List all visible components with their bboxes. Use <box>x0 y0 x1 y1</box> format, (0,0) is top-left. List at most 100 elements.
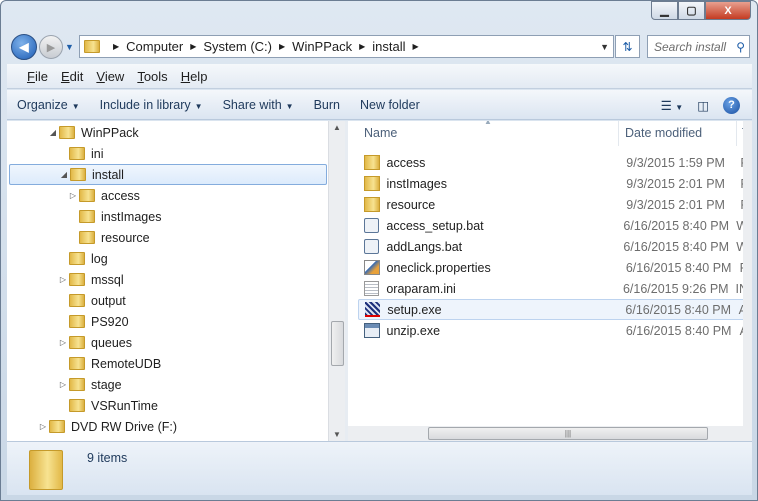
file-type: IN <box>735 281 744 296</box>
tree-item-log[interactable]: log <box>9 248 108 269</box>
drive-icon <box>49 420 65 433</box>
folder-icon <box>69 399 85 412</box>
file-row[interactable]: instImages9/3/2015 2:01 PMF <box>358 173 743 194</box>
file-name: resource <box>386 197 436 212</box>
tree-item-winppack[interactable]: ◢ WinPPack <box>9 122 139 143</box>
explorer-window: ▁ ▢ X ◀ ▶ ▼ ▶ Computer ▶ System (C:) ▶ WinP… <box>0 0 758 501</box>
file-row[interactable]: setup.exe 6/16/2015 8:40 PM A <box>358 299 743 320</box>
tree-item-ini[interactable]: ini <box>9 143 104 164</box>
folder-icon <box>59 126 75 139</box>
folder-icon <box>29 450 63 490</box>
new-folder-button[interactable]: New folder <box>350 98 430 112</box>
tree-item-install[interactable]: ◢ install <box>9 164 327 185</box>
file-icon <box>364 281 380 296</box>
file-date: 9/3/2015 1:59 PM <box>626 155 725 170</box>
refresh-button[interactable]: ⇅ <box>615 35 640 58</box>
back-button[interactable]: ◀ <box>11 34 37 60</box>
folder-icon <box>69 357 85 370</box>
organize-button[interactable]: Organize ▼ <box>7 98 90 112</box>
file-icon <box>365 302 381 317</box>
column-date-modified[interactable]: Date modified <box>625 126 702 140</box>
help-icon[interactable]: ? <box>723 96 740 114</box>
file-name: setup.exe <box>387 302 442 317</box>
file-date: 6/16/2015 8:40 PM <box>625 323 732 338</box>
tree-item-output[interactable]: output <box>9 290 126 311</box>
expand-arrow-icon[interactable]: ◢ <box>58 170 70 179</box>
folder-icon <box>364 176 380 191</box>
navigation-pane-scrollbar[interactable]: ▲ ▼ <box>328 121 345 441</box>
menu-file[interactable]: File <box>27 69 48 84</box>
tree-item-resource[interactable]: resource <box>9 227 150 248</box>
search-input[interactable]: Search install ⚲ <box>647 35 750 58</box>
folder-icon <box>69 315 85 328</box>
file-type: W <box>736 239 743 254</box>
tree-item-label: access <box>101 188 140 203</box>
tree-item-queues[interactable]: ▷ queues <box>9 332 132 353</box>
tree-item-vsruntime[interactable]: VSRunTime <box>9 395 158 416</box>
close-button[interactable]: X <box>705 1 751 20</box>
folder-icon <box>69 294 85 307</box>
file-row[interactable]: access9/3/2015 1:59 PMF <box>358 152 743 173</box>
expand-arrow-icon[interactable]: ▷ <box>37 422 49 431</box>
expand-arrow-icon[interactable]: ▷ <box>57 380 69 389</box>
view-options-icon[interactable]: ☰ ▼ <box>661 98 684 113</box>
tree-item-access[interactable]: ▷ access <box>9 185 140 206</box>
expand-arrow-icon[interactable]: ▷ <box>57 275 69 284</box>
sort-ascending-icon: ▲ <box>484 121 492 126</box>
folder-icon <box>364 155 380 170</box>
file-row[interactable]: addLangs.bat 6/16/2015 8:40 PM W <box>358 236 743 257</box>
file-name: instImages <box>386 176 447 191</box>
file-icon <box>364 260 380 275</box>
horizontal-scrollbar[interactable]: ||| <box>348 426 743 441</box>
burn-button[interactable]: Burn <box>304 98 350 112</box>
tree-item-dvd-rw-drive-f[interactable]: ▷ DVD RW Drive (F:) <box>9 416 177 437</box>
tree-item-label: WinPPack <box>81 125 139 140</box>
file-row[interactable]: resource9/3/2015 2:01 PMF <box>358 194 743 215</box>
folder-icon <box>69 273 85 286</box>
file-date: 9/3/2015 2:01 PM <box>626 197 725 212</box>
search-icon: ⚲ <box>736 39 745 54</box>
breadcrumb-computer[interactable]: Computer <box>126 39 183 54</box>
include-in-library-button[interactable]: Include in library ▼ <box>90 98 213 112</box>
file-row[interactable]: oneclick.properties6/16/2015 8:40 PMP <box>358 257 743 278</box>
tree-item-stage[interactable]: ▷ stage <box>9 374 122 395</box>
file-row[interactable]: oraparam.ini 6/16/2015 9:26 PM IN <box>358 278 743 299</box>
search-placeholder: Search install <box>654 39 727 54</box>
file-row[interactable]: unzip.exe6/16/2015 8:40 PMA <box>358 320 743 341</box>
minimize-button[interactable]: ▁ <box>651 1 678 20</box>
details-pane: 9 items <box>7 441 752 495</box>
file-icon <box>364 218 380 233</box>
tree-item-remoteudb[interactable]: RemoteUDB <box>9 353 161 374</box>
maximize-button[interactable]: ▢ <box>678 1 705 20</box>
breadcrumb-install[interactable]: install <box>372 39 405 54</box>
file-list: Name ▲ Date modified T access 9/3/2015 1:… <box>348 121 743 426</box>
address-dropdown-icon[interactable]: ▼ <box>600 42 609 52</box>
folder-icon <box>69 336 85 349</box>
item-count: 9 items <box>87 451 128 465</box>
file-name: unzip.exe <box>386 323 441 338</box>
menu-help[interactable]: Help <box>181 69 208 84</box>
menu-view[interactable]: View <box>96 69 124 84</box>
folder-icon <box>70 168 86 181</box>
tree-item-ps920[interactable]: PS920 <box>9 311 129 332</box>
tree-item-label: install <box>92 167 124 182</box>
expand-arrow-icon[interactable]: ▷ <box>57 338 69 347</box>
expand-arrow-icon[interactable]: ▷ <box>67 191 79 200</box>
breadcrumb-winppack[interactable]: WinPPack <box>292 39 352 54</box>
tree-item-mssql[interactable]: ▷ mssql <box>9 269 124 290</box>
file-list-scrollbar[interactable] <box>743 121 752 441</box>
navigation-buttons: ◀ ▶ ▼ <box>11 34 74 60</box>
menu-tools[interactable]: Tools <box>137 69 167 84</box>
preview-pane-icon[interactable]: ◫ <box>697 98 709 113</box>
menu-edit[interactable]: Edit <box>61 69 83 84</box>
file-name: addLangs.bat <box>386 239 463 254</box>
file-row[interactable]: access_setup.bat 6/16/2015 8:40 PM W <box>358 215 743 236</box>
expand-arrow-icon[interactable]: ◢ <box>47 128 59 137</box>
forward-button[interactable]: ▶ <box>39 35 63 59</box>
address-bar[interactable]: ▶ Computer ▶ System (C:) ▶ WinPPack ▶ instal… <box>79 35 614 58</box>
tree-item-instimages[interactable]: instImages <box>9 206 161 227</box>
column-name[interactable]: Name <box>364 126 397 140</box>
share-with-button[interactable]: Share with ▼ <box>213 98 304 112</box>
recent-pages-dropdown[interactable]: ▼ <box>65 42 74 52</box>
breadcrumb-system-c[interactable]: System (C:) <box>203 39 272 54</box>
